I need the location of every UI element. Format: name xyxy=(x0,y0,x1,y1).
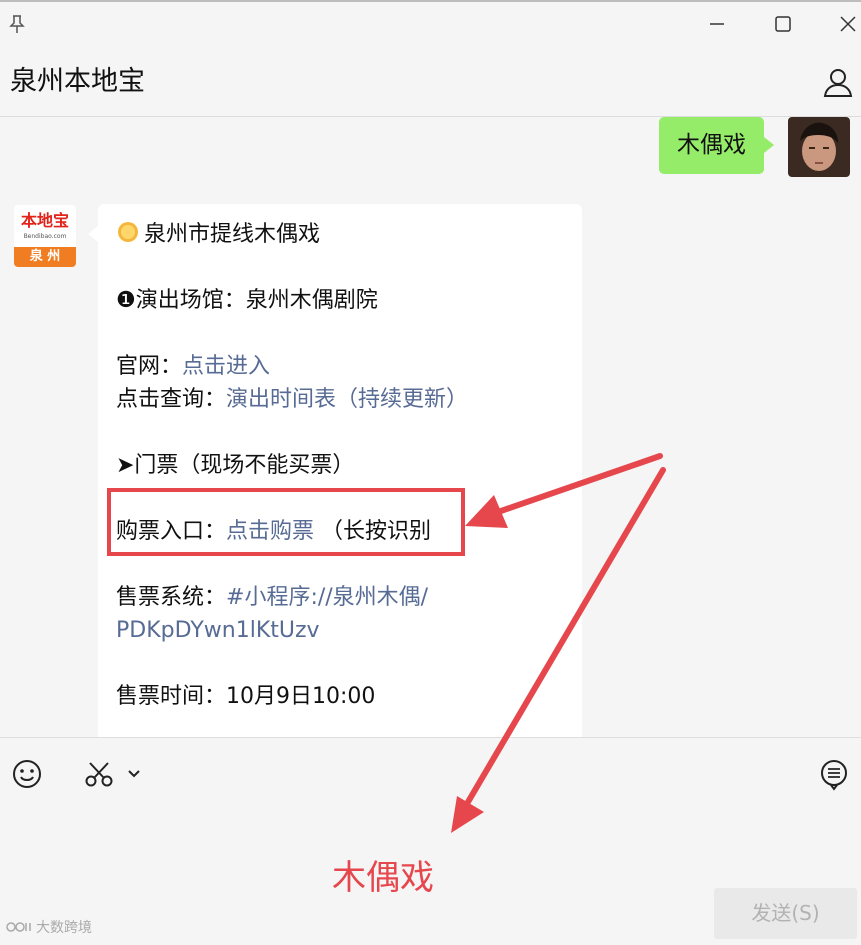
message-line-tickets: ➤门票（现场不能买票） xyxy=(116,453,355,478)
maximize-icon[interactable] xyxy=(769,10,797,38)
watermark-text: 大数跨境 xyxy=(36,920,92,936)
annotation-highlight-box xyxy=(107,488,465,556)
schedule-link[interactable]: 演出时间表（持续更新） xyxy=(226,387,468,412)
chevron-down-icon[interactable] xyxy=(126,766,142,782)
close-icon[interactable] xyxy=(834,10,861,38)
logo-text-top: 本地宝 xyxy=(20,211,69,230)
message-line-title: 泉州市提线木偶戏 xyxy=(116,218,320,254)
outgoing-message-text: 木偶戏 xyxy=(677,132,746,158)
sun-icon xyxy=(116,220,140,254)
input-divider xyxy=(0,737,861,738)
message-line-website: 官网：点击进入 xyxy=(116,350,270,383)
message-title-text: 泉州市提线木偶戏 xyxy=(144,222,321,247)
chat-title: 泉州本地宝 xyxy=(10,66,145,97)
watermark: 大数跨境 xyxy=(6,917,92,937)
message-line-saletime: 售票时间：10月9日10:00 xyxy=(116,684,376,709)
message-input[interactable]: 木偶戏 xyxy=(332,856,434,900)
send-button[interactable]: 发送(S) xyxy=(714,888,857,939)
official-account-avatar[interactable]: 本地宝 Bendibao.com 泉 州 xyxy=(14,205,76,267)
minimize-icon[interactable] xyxy=(703,10,731,38)
scissors-icon[interactable] xyxy=(83,759,115,789)
pin-icon[interactable] xyxy=(3,10,31,38)
my-avatar[interactable] xyxy=(788,117,850,177)
emoji-icon[interactable] xyxy=(10,757,44,791)
miniprogram-link-cont[interactable]: PDKpDYwn1lKtUzv xyxy=(116,614,320,647)
watermark-logo-icon xyxy=(6,920,36,934)
window-top-border xyxy=(0,0,861,2)
logo-text-small: Bendibao.com xyxy=(23,233,67,240)
incoming-message[interactable]: 泉州市提线木偶戏 ❶演出场馆：泉州木偶剧院 官网：点击进入 点击查询：演出时间表… xyxy=(88,204,582,737)
title-bar: 泉州本地宝 xyxy=(0,0,861,117)
arrow-head-input xyxy=(451,796,484,833)
message-line-schedule: 点击查询：演出时间表（持续更新） xyxy=(116,383,468,416)
chat-history-icon[interactable] xyxy=(818,757,850,793)
miniprogram-link[interactable]: #小程序://泉州木偶/ xyxy=(226,585,428,610)
outgoing-message[interactable]: 木偶戏 xyxy=(659,117,774,174)
message-line-venue: ❶演出场馆：泉州木偶剧院 xyxy=(116,288,378,313)
logo-text-bottom: 泉 州 xyxy=(29,249,61,264)
message-line-system: 售票系统：#小程序://泉州木偶/ xyxy=(116,581,428,614)
schedule-label: 点击查询： xyxy=(116,387,227,412)
website-label: 官网： xyxy=(116,354,183,379)
system-label: 售票系统： xyxy=(116,585,227,610)
website-link[interactable]: 点击进入 xyxy=(182,354,270,379)
profile-icon[interactable] xyxy=(822,66,854,98)
message-list[interactable]: 木偶戏 本地宝 Bendibao.com 泉 州 泉州市提线木偶戏 ❶演出场馆：… xyxy=(0,117,861,737)
